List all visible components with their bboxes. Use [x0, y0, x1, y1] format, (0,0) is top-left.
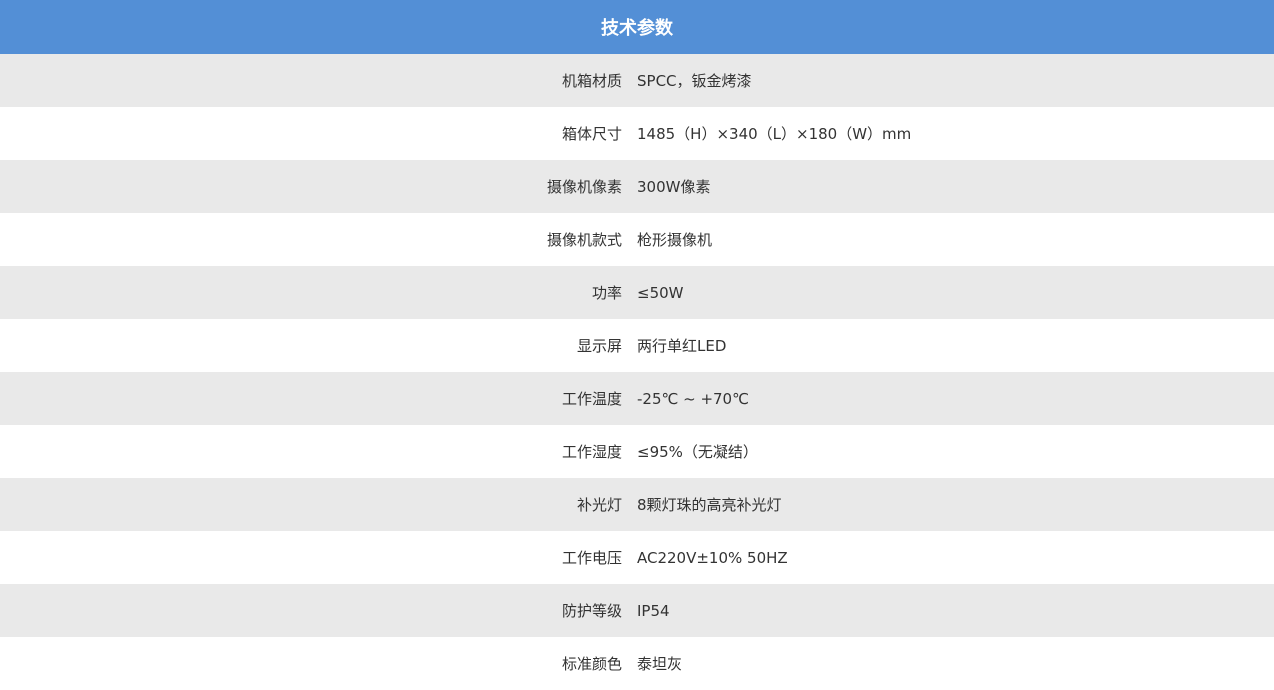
spec-label: 工作湿度	[561, 443, 622, 461]
spec-label: 工作电压	[561, 549, 622, 567]
spec-label: 标准颜色	[561, 655, 622, 673]
spec-value: 泰坦灰	[637, 655, 683, 673]
spec-value: AC220V±10% 50HZ	[637, 548, 788, 567]
spec-label: 机箱材质	[561, 72, 622, 90]
spec-row-power: 功率 ≤50W	[0, 266, 1274, 319]
spec-header-row: 技术参数	[0, 0, 1274, 54]
spec-value: 8颗灯珠的高亮补光灯	[637, 496, 782, 514]
spec-row-operating-voltage: 工作电压 AC220V±10% 50HZ	[0, 531, 1274, 584]
spec-row-fill-light: 补光灯 8颗灯珠的高亮补光灯	[0, 478, 1274, 531]
spec-table: 技术参数 机箱材质 SPCC，钣金烤漆 箱体尺寸 1485（H）×340（L）×…	[0, 0, 1274, 690]
spec-row-display: 显示屏 两行单红LED	[0, 319, 1274, 372]
spec-row-standard-color: 标准颜色 泰坦灰	[0, 637, 1274, 690]
spec-value: ≤50W	[637, 283, 684, 302]
spec-row-operating-temperature: 工作温度 -25℃ ~ +70℃	[0, 372, 1274, 425]
spec-row-box-size: 箱体尺寸 1485（H）×340（L）×180（W）mm	[0, 107, 1274, 160]
spec-label: 显示屏	[576, 337, 622, 355]
spec-value: 枪形摄像机	[637, 231, 713, 249]
spec-value: 300W像素	[637, 178, 711, 196]
spec-value: SPCC，钣金烤漆	[637, 72, 752, 90]
spec-value: IP54	[637, 601, 670, 620]
spec-row-camera-style: 摄像机款式 枪形摄像机	[0, 213, 1274, 266]
spec-label: 防护等级	[561, 602, 622, 620]
spec-value: 1485（H）×340（L）×180（W）mm	[637, 125, 912, 143]
spec-row-camera-pixels: 摄像机像素 300W像素	[0, 160, 1274, 213]
spec-label: 补光灯	[576, 496, 622, 514]
spec-label: 功率	[591, 284, 622, 302]
spec-row-operating-humidity: 工作湿度 ≤95%（无凝结）	[0, 425, 1274, 478]
spec-label: 摄像机像素	[546, 178, 622, 196]
spec-label: 箱体尺寸	[561, 125, 622, 143]
spec-value: -25℃ ~ +70℃	[637, 389, 749, 408]
spec-value: 两行单红LED	[637, 337, 727, 355]
spec-label: 摄像机款式	[546, 231, 622, 249]
spec-row-protection-level: 防护等级 IP54	[0, 584, 1274, 637]
spec-value: ≤95%（无凝结）	[637, 443, 758, 461]
spec-label: 工作温度	[561, 390, 622, 408]
spec-row-chassis-material: 机箱材质 SPCC，钣金烤漆	[0, 54, 1274, 107]
spec-table-title: 技术参数	[0, 0, 1274, 54]
